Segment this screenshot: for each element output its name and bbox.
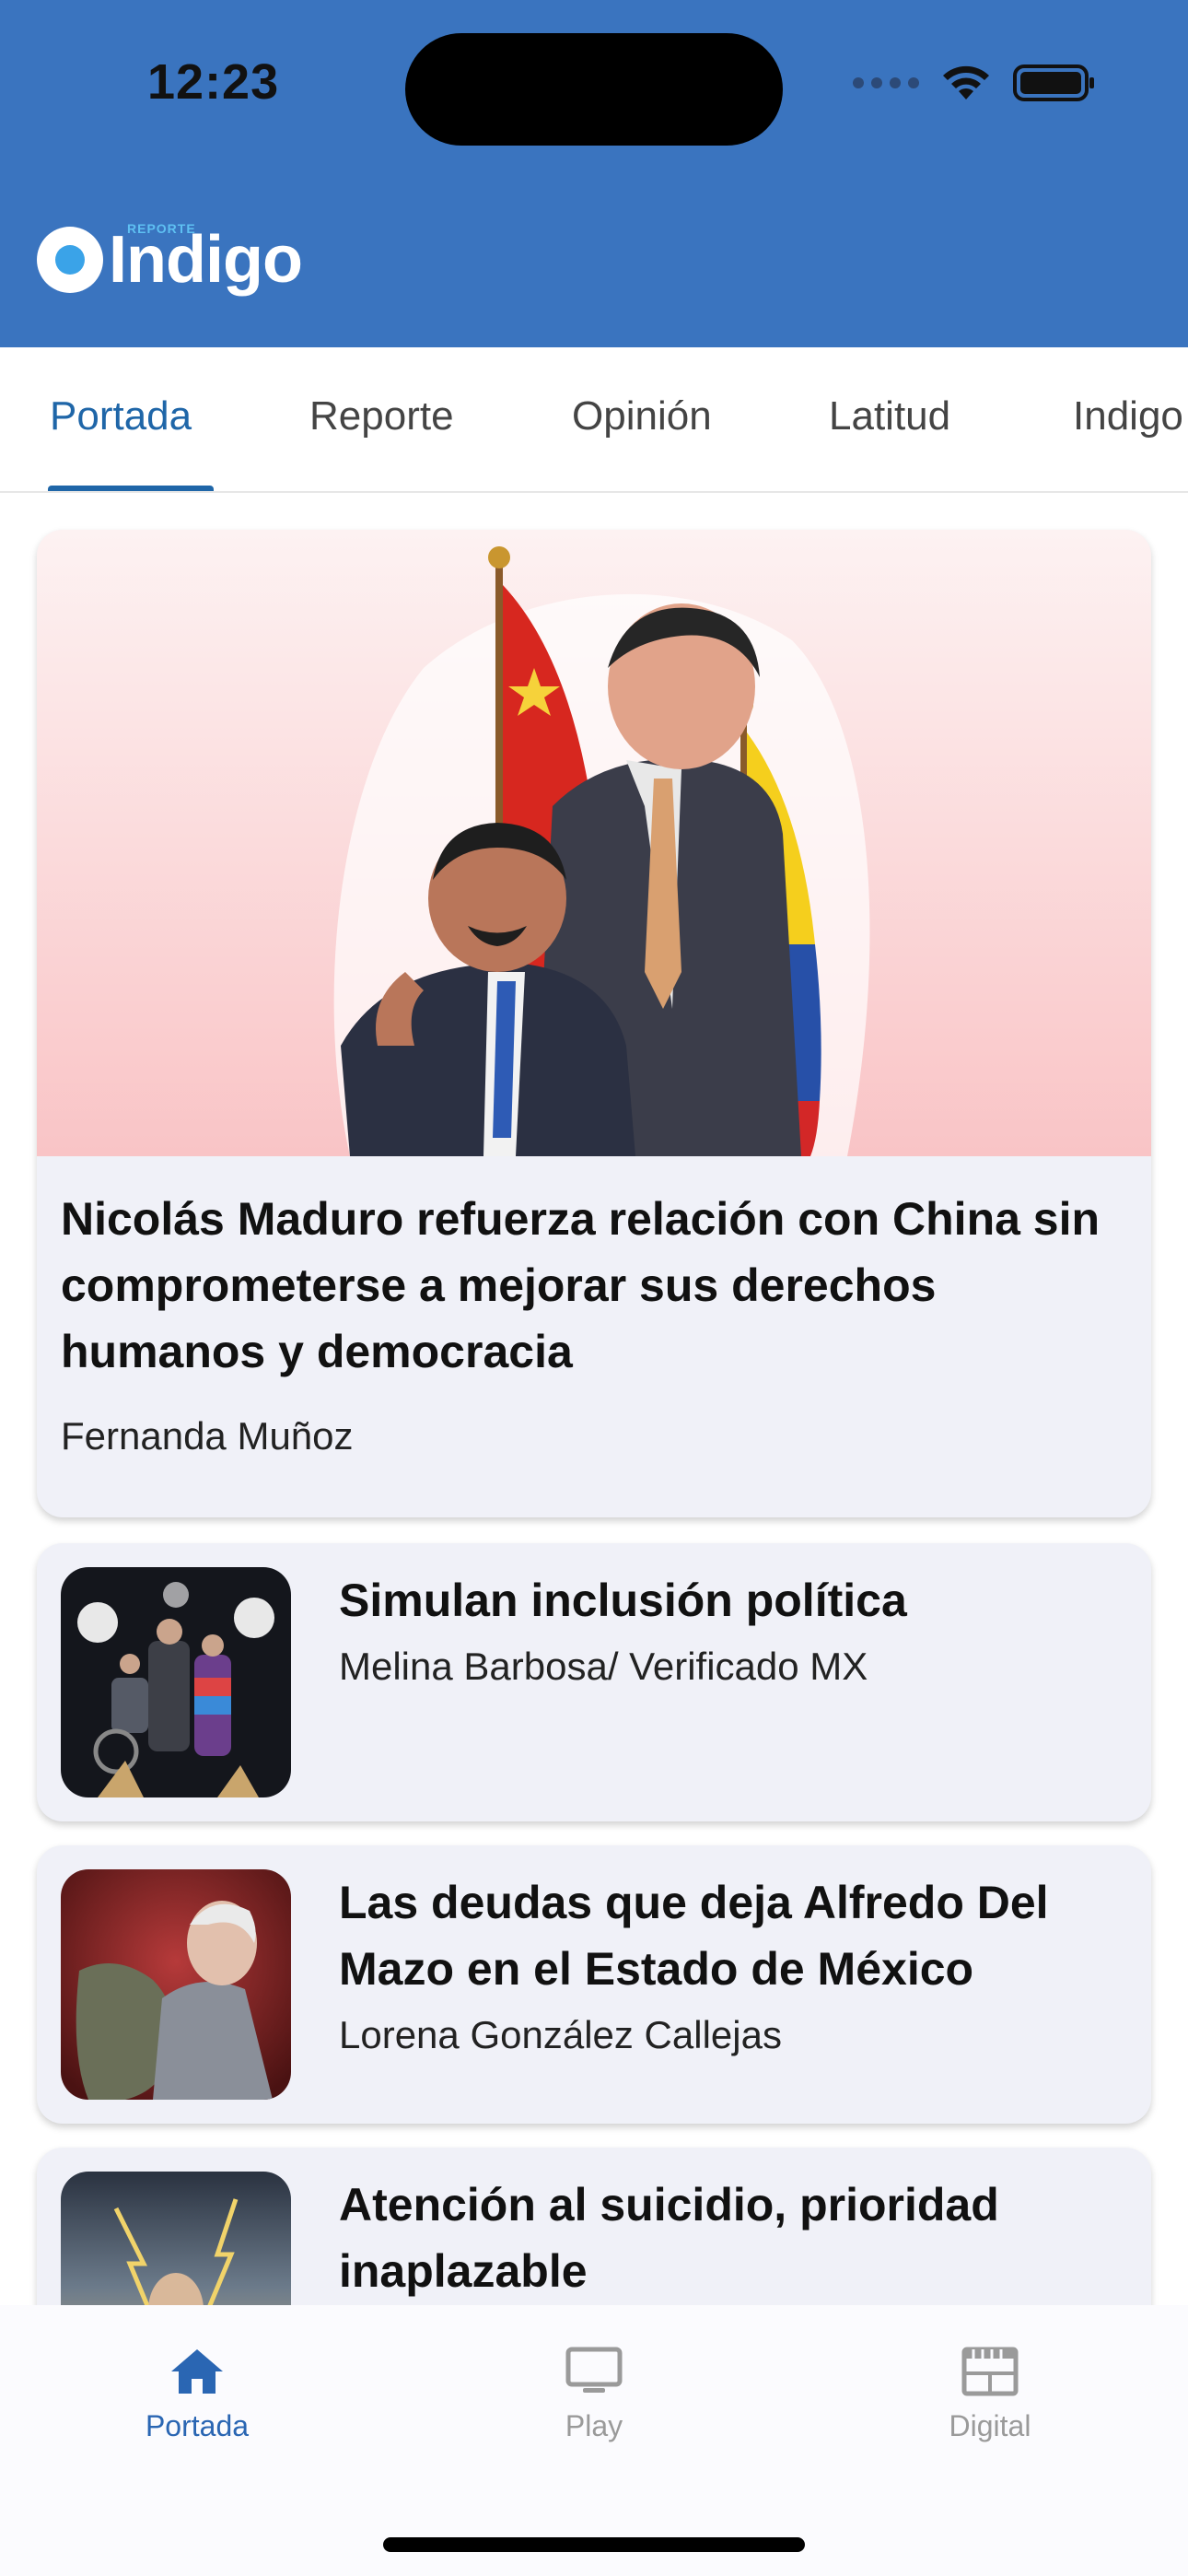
dynamic-island <box>405 33 783 146</box>
featured-article-title[interactable]: Nicolás Maduro refuerza relación con Chi… <box>61 1186 1129 1385</box>
home-indicator[interactable] <box>383 2537 805 2552</box>
article-title[interactable]: Simulan inclusión política <box>339 1567 1131 1633</box>
active-tab-indicator <box>48 486 214 491</box>
featured-article-author: Fernanda Muñoz <box>61 1414 354 1458</box>
tab-latitud[interactable]: Latitud <box>829 393 950 439</box>
status-icons <box>853 63 1094 103</box>
nav-label: Portada <box>145 2409 250 2442</box>
nav-label: Play <box>565 2409 623 2442</box>
battery-icon <box>1013 64 1094 101</box>
signal-dots-icon <box>853 77 919 88</box>
nav-digital[interactable]: Digital <box>879 2346 1101 2443</box>
article-card[interactable]: Atención al suicidio, prioridad inaplaza… <box>37 2148 1151 2305</box>
home-icon <box>171 2349 223 2394</box>
logo-mark <box>37 227 103 293</box>
article-card[interactable]: Las deudas que deja Alfredo Del Mazo en … <box>37 1845 1151 2124</box>
article-title[interactable]: Las deudas que deja Alfredo Del Mazo en … <box>339 1869 1131 2002</box>
featured-article-card[interactable]: Nicolás Maduro refuerza relación con Chi… <box>37 530 1151 1517</box>
article-title[interactable]: Atención al suicidio, prioridad inaplaza… <box>339 2172 1131 2304</box>
article-card[interactable]: Simulan inclusión política Melina Barbos… <box>37 1543 1151 1821</box>
wifi-icon <box>943 65 989 100</box>
section-tabs: Portada Reporte Opinión Latitud Indigo <box>0 347 1188 493</box>
article-thumbnail <box>61 2172 291 2305</box>
tab-opinion[interactable]: Opinión <box>572 393 712 439</box>
news-feed[interactable]: Nicolás Maduro refuerza relación con Chi… <box>0 495 1188 2305</box>
article-thumbnail <box>61 1567 291 1797</box>
logo-subtext: REPORTE <box>127 221 196 236</box>
indigo-logo[interactable]: REPORTE Indigo <box>37 221 303 293</box>
tab-indigo[interactable]: Indigo <box>1073 393 1183 439</box>
article-author: Lorena González Callejas <box>339 2013 782 2056</box>
nav-label: Digital <box>949 2409 1031 2442</box>
featured-article-image <box>37 530 1151 1156</box>
tab-reporte[interactable]: Reporte <box>309 393 454 439</box>
nav-portada[interactable]: Portada <box>87 2346 308 2443</box>
article-thumbnail <box>61 1869 291 2100</box>
nav-play[interactable]: Play <box>483 2346 705 2443</box>
app-header: 12:23 REPORTE Indigo <box>0 0 1188 347</box>
tv-icon <box>565 2347 623 2393</box>
bottom-navigation: Portada Play Digital <box>0 2305 1188 2576</box>
tab-portada[interactable]: Portada <box>50 393 192 439</box>
newspaper-icon <box>961 2347 1019 2396</box>
article-author: Melina Barbosa/ Verificado MX <box>339 1645 868 1688</box>
status-time: 12:23 <box>147 54 280 110</box>
